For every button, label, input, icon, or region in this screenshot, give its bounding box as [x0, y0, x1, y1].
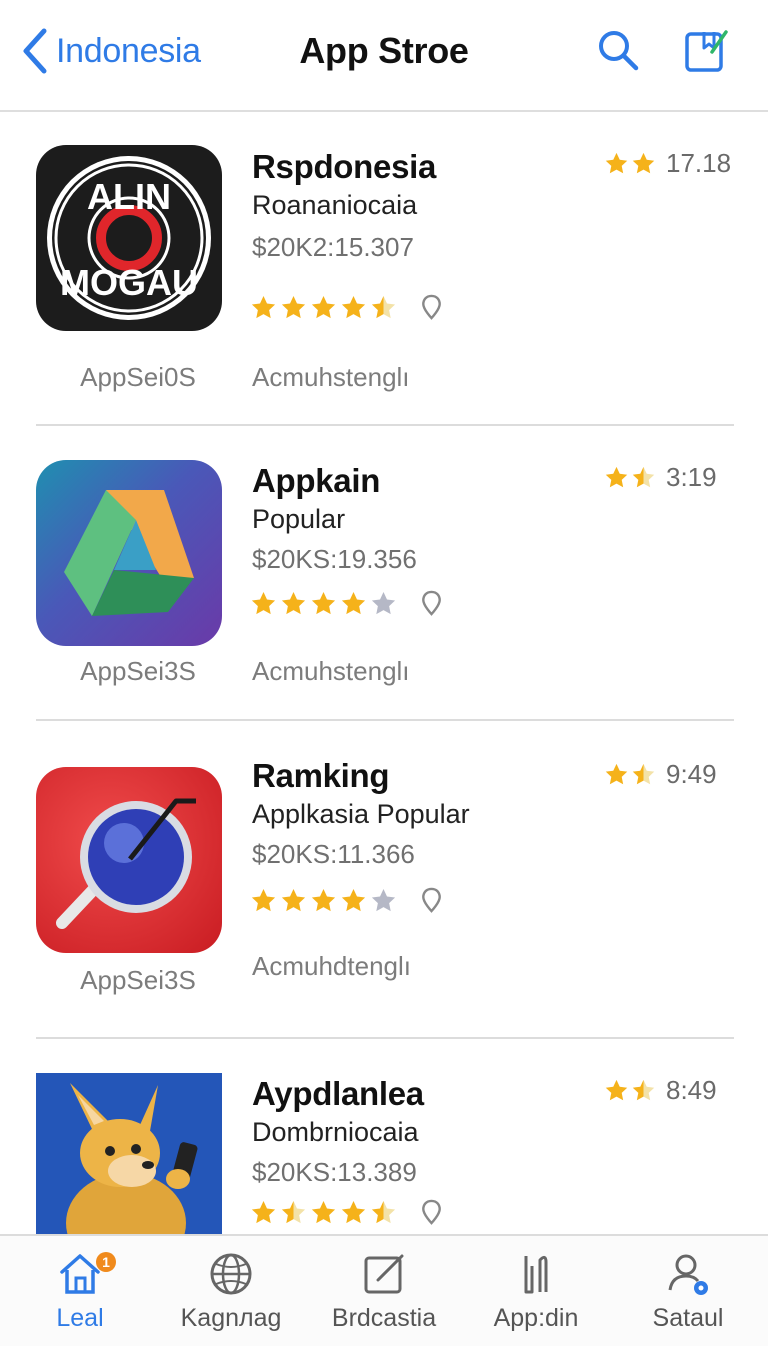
star-icon [250, 294, 277, 321]
star-icon [310, 590, 337, 617]
star-icon [310, 294, 337, 321]
star-icon [340, 294, 367, 321]
tab-bar: 1 Leal Kagnлag Brdcastia App:din Sataul [0, 1234, 768, 1346]
star-icon [310, 887, 337, 914]
star-rating [250, 1199, 445, 1226]
star-icon [280, 294, 307, 321]
navigation-bar: Indonesia App Stroe [0, 0, 768, 112]
kangaroo-phone-icon [36, 1073, 222, 1234]
app-name: Aypdlanlea [252, 1075, 424, 1112]
star-half-icon [370, 294, 397, 321]
tab-label: Sataul [652, 1304, 724, 1332]
app-price: $20KS:13.389 [252, 1157, 417, 1187]
star-icon [280, 590, 307, 617]
star-icon [631, 151, 656, 176]
tab-label: Leal [56, 1304, 104, 1332]
star-icon [604, 465, 629, 490]
star-half-icon [280, 1199, 307, 1226]
location-pin-icon [422, 1199, 441, 1225]
tab-appdin[interactable]: App:din [466, 1236, 606, 1346]
app-list-item[interactable]: Aypdlanlea Dombrniocaia $20KS:13.389 8:4… [0, 1039, 768, 1234]
app-caption-right: Acmuhdtenglı [252, 951, 411, 981]
tab-label: App:din [493, 1304, 579, 1332]
svg-text:ALIN: ALIN [87, 176, 171, 217]
star-half-icon [631, 762, 656, 787]
star-empty-icon [370, 590, 397, 617]
tools-icon [524, 1255, 548, 1294]
app-list-item[interactable]: Ramking Applkasia Popular $20KS:11.366 A… [0, 721, 768, 1037]
star-icon [310, 1199, 337, 1226]
page-title: App Stroe [299, 30, 469, 71]
tab-label: Kagnлag [180, 1304, 282, 1332]
edit-icon [364, 1254, 404, 1294]
star-empty-icon [370, 887, 397, 914]
star-icon [604, 762, 629, 787]
tab-label: Brdcastia [331, 1304, 437, 1332]
magnifier-globe-icon [36, 767, 222, 953]
app-list-item[interactable]: ALIN MOGAU Rspdonesia Roananiocaia $20K2… [0, 112, 768, 426]
star-icon [250, 887, 277, 914]
rating-value: 8:49 [666, 1075, 717, 1105]
globe-icon [210, 1253, 252, 1295]
top-rating: 9:49 [604, 759, 717, 790]
colorful-triangle-icon [36, 460, 222, 646]
rating-value: 9:49 [666, 759, 717, 789]
rating-value: 3:19 [666, 462, 717, 492]
tab-kagnlag[interactable]: Kagnлag [161, 1236, 301, 1346]
top-rating: 3:19 [604, 462, 717, 493]
mogau-logo-icon: ALIN MOGAU [36, 145, 222, 331]
star-rating [250, 887, 445, 914]
app-subtitle: Popular [252, 504, 346, 534]
location-pin-icon [422, 590, 441, 616]
star-half-icon [370, 1199, 397, 1226]
app-list-item[interactable]: Appkain Popular $20KS:19.356 AppSei3S Ac… [0, 426, 768, 720]
star-rating [250, 590, 445, 617]
app-caption-right: Acmuhstenglı [252, 656, 410, 686]
app-price: $20KS:11.366 [252, 839, 415, 869]
star-half-icon [631, 1078, 656, 1103]
app-name: Appkain [252, 462, 381, 499]
star-icon [604, 151, 629, 176]
app-subtitle: Applkasia Popular [252, 799, 470, 829]
notification-badge: 1 [96, 1252, 116, 1272]
app-price: $20K2:15.307 [252, 232, 414, 262]
star-icon [280, 887, 307, 914]
app-caption-left: AppSei3S [80, 965, 196, 995]
compose-icon[interactable] [682, 26, 730, 74]
app-subtitle: Roananiocaia [252, 190, 418, 220]
app-name: Ramking [252, 757, 390, 794]
app-list: ALIN MOGAU Rspdonesia Roananiocaia $20K2… [0, 112, 768, 1234]
app-caption-left: AppSei3S [80, 656, 196, 686]
star-half-icon [631, 465, 656, 490]
search-icon[interactable] [594, 26, 642, 74]
app-caption-left: AppSei0S [80, 362, 196, 392]
tab-leal[interactable]: 1 Leal [10, 1236, 150, 1346]
app-name: Rspdonesia [252, 148, 437, 185]
location-pin-icon [422, 887, 441, 913]
rating-value: 17.18 [666, 148, 732, 178]
svg-text:MOGAU: MOGAU [60, 262, 198, 303]
top-rating: 8:49 [604, 1075, 717, 1106]
top-rating: 17.18 [604, 148, 731, 179]
app-subtitle: Dombrniocaia [252, 1117, 419, 1147]
tab-sataul[interactable]: Sataul [618, 1236, 758, 1346]
star-icon [604, 1078, 629, 1103]
app-caption-right: Acmuhstenglı [252, 362, 410, 392]
star-icon [340, 887, 367, 914]
tab-brdcastia[interactable]: Brdcastia [314, 1236, 454, 1346]
star-icon [250, 590, 277, 617]
star-rating [250, 294, 445, 321]
location-pin-icon [422, 294, 441, 320]
account-icon [668, 1254, 708, 1295]
star-icon [340, 590, 367, 617]
app-price: $20KS:19.356 [252, 544, 417, 574]
star-icon [250, 1199, 277, 1226]
star-icon [340, 1199, 367, 1226]
